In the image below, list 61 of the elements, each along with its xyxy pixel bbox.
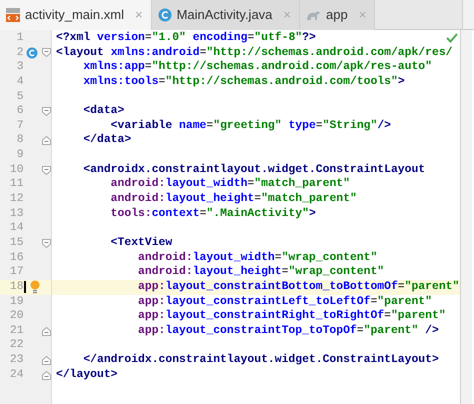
- line-number: 23: [8, 353, 24, 368]
- line-number: 21: [8, 324, 24, 338]
- code-line: </layout>: [55, 368, 118, 382]
- code-line: android:layout_height="wrap_content": [137, 265, 384, 280]
- line-number: 7: [16, 118, 24, 134]
- line-number: 22: [8, 338, 24, 354]
- code-line: app:layout_constraintRight_toRightOf="parent": [137, 309, 446, 324]
- code-line: <variable name="greeting" type="String"/>: [110, 118, 391, 134]
- line-number: 5: [16, 90, 24, 104]
- code-line: <TextView: [110, 236, 172, 251]
- line-number: 12: [8, 192, 24, 207]
- checkmark-icon: [446, 32, 458, 43]
- code-line: android:layout_width="wrap_content": [137, 250, 378, 266]
- class-icon: [158, 8, 172, 22]
- line-number: 2: [16, 46, 24, 60]
- line-number: 17: [8, 265, 24, 280]
- fold-icon: [42, 48, 51, 58]
- line-number: 14: [8, 221, 24, 236]
- fold-icon: [42, 326, 51, 336]
- code-line: <androidx.constraintlayout.widget.ConstraintLayout: [82, 162, 426, 178]
- line-number: 4: [16, 74, 24, 90]
- fold-icon: [42, 238, 51, 248]
- line-number: 10: [8, 162, 24, 178]
- line-number: 19: [8, 294, 24, 310]
- code-line: </data>: [82, 133, 132, 148]
- code-line: <data>: [82, 104, 124, 119]
- fold-icon: [42, 370, 51, 380]
- line-number: 24: [8, 368, 24, 382]
- text-cursor: [24, 281, 26, 294]
- editor-tab[interactable]: MainActivity.java ×: [152, 0, 300, 30]
- code-line: app:layout_constraintLeft_toLeftOf="parent": [137, 294, 432, 310]
- code-line: <layout xmlns:android="http://schemas.android.com/apk/res/: [55, 46, 452, 60]
- fold-icon: [42, 356, 51, 365]
- line-number: 3: [16, 60, 24, 75]
- line-number: 16: [8, 250, 24, 266]
- code-line: app:layout_constraintTop_toTopOf="parent" />: [137, 324, 439, 338]
- line-number: 15: [8, 236, 24, 251]
- class-icon: [26, 46, 38, 59]
- editor-tab[interactable]: app ×: [300, 0, 376, 30]
- line-number: 6: [16, 104, 24, 119]
- fold-icon: [42, 107, 51, 116]
- code-line: android:layout_width="match_parent": [110, 177, 350, 192]
- code-line: xmlns:app="http://schemas.android.com/apk/res-auto": [82, 60, 432, 75]
- line-number: 11: [8, 177, 24, 192]
- line-number: 18: [8, 280, 24, 295]
- code-line: <?xml version="1.0" encoding="utf-8"?>: [55, 31, 316, 46]
- line-number: 20: [8, 309, 24, 324]
- fold-icon: [42, 136, 51, 146]
- code-line: xmlns:tools="http://schemas.android.com/tools">: [82, 74, 405, 90]
- xml-file-icon: [6, 8, 20, 22]
- code-line: android:layout_height="match_parent": [110, 192, 357, 207]
- line-number: 8: [16, 133, 24, 148]
- line-number: 9: [16, 148, 24, 163]
- editor-tab[interactable]: activity_main.xml ×: [0, 0, 152, 30]
- code-line: tools:context=".MainActivity">: [110, 206, 316, 222]
- lightbulb-icon: [30, 280, 40, 294]
- fold-icon: [42, 166, 51, 175]
- line-number: 1: [16, 31, 24, 46]
- line-number: 13: [8, 206, 24, 222]
- code-line: </androidx.constraintlayout.widget.ConstraintLayout>: [82, 353, 439, 368]
- code-line: app:layout_constraintBottom_toBottomOf="parent": [137, 280, 460, 295]
